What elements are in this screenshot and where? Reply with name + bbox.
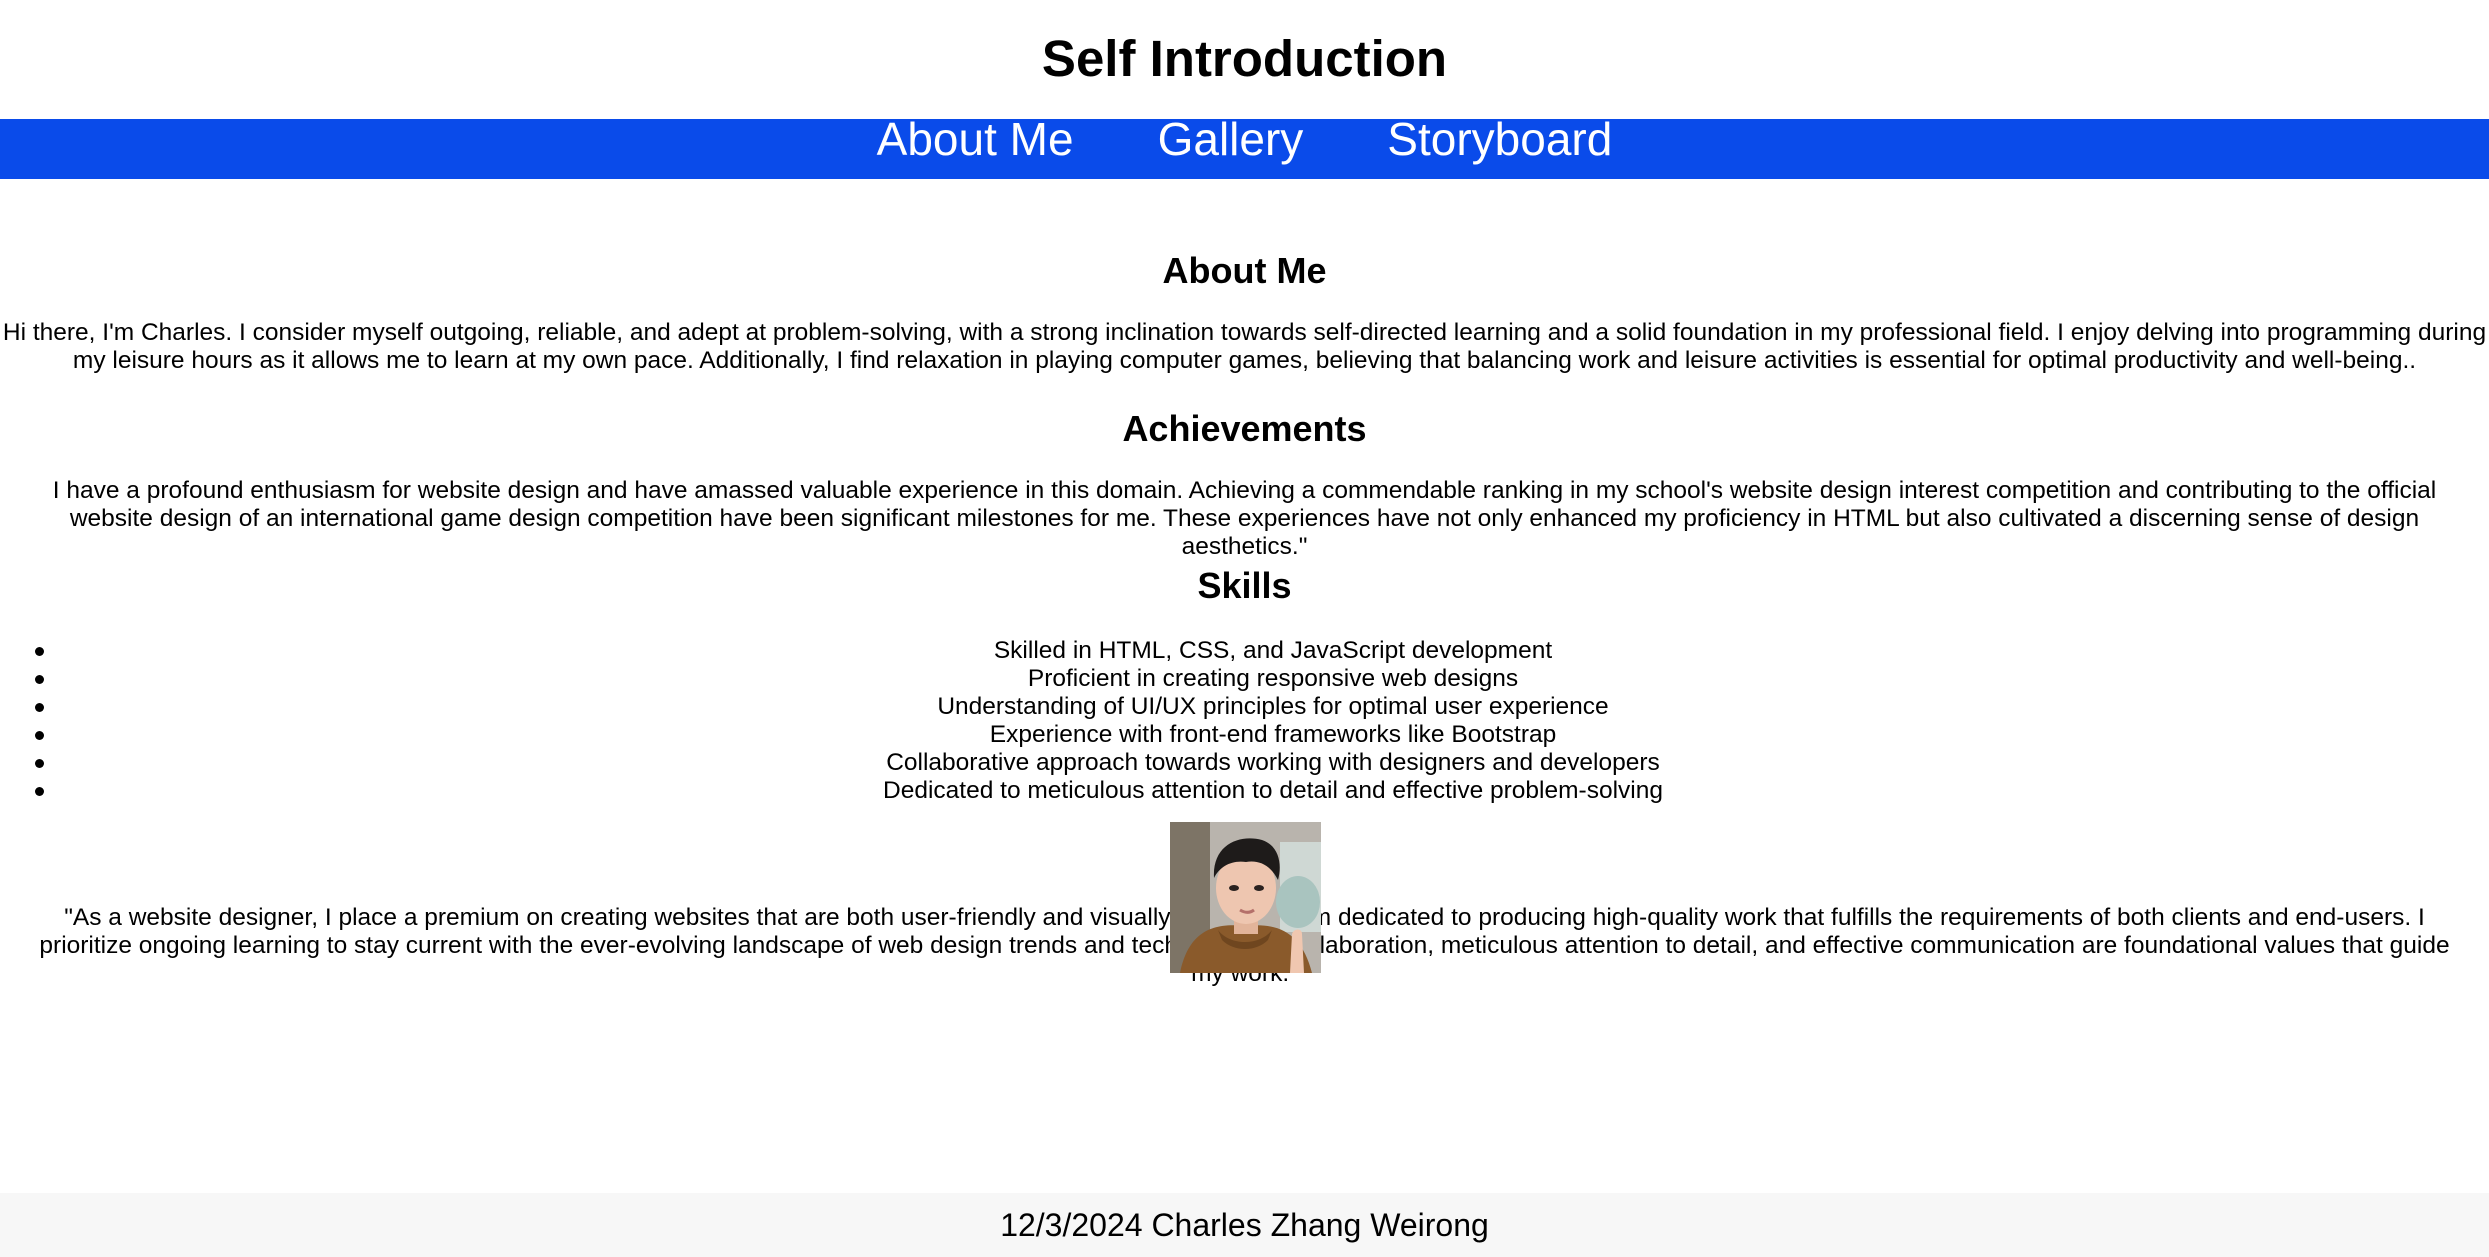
skill-text: Dedicated to meticulous attention to det… xyxy=(883,777,1663,804)
footer: 12/3/2024 Charles Zhang Weirong xyxy=(0,1193,2489,1257)
about-heading: About Me xyxy=(1162,250,1327,291)
footer-text: 12/3/2024 Charles Zhang Weirong xyxy=(1000,1207,1489,1243)
achievements-text: I have a profound enthusiasm for website… xyxy=(52,477,2437,560)
skill-text: Experience with front-end frameworks lik… xyxy=(989,721,1557,748)
nav-link-about-me[interactable]: About Me xyxy=(877,116,1074,162)
list-item: Understanding of UI/UX principles for op… xyxy=(0,693,2489,721)
nav-link-storyboard[interactable]: Storyboard xyxy=(1387,116,1612,162)
list-item: Experience with front-end frameworks lik… xyxy=(0,721,2489,749)
list-item: Proficient in creating responsive web de… xyxy=(0,665,2489,693)
skill-text: Proficient in creating responsive web de… xyxy=(1027,665,1519,692)
skill-text: Collaborative approach towards working w… xyxy=(886,749,1660,776)
skills-list: Skilled in HTML, CSS, and JavaScript dev… xyxy=(0,637,2489,805)
bullet-icon xyxy=(35,703,44,712)
profile-photo xyxy=(1170,822,1321,973)
page-header: Self Introduction xyxy=(0,0,2489,119)
bullet-icon xyxy=(35,787,44,796)
nav-link-gallery[interactable]: Gallery xyxy=(1158,116,1304,162)
list-item: Collaborative approach towards working w… xyxy=(0,749,2489,777)
skill-text: Understanding of UI/UX principles for op… xyxy=(937,693,1609,720)
portrait-image xyxy=(1170,822,1321,973)
list-item: Dedicated to meticulous attention to det… xyxy=(0,777,2489,805)
bullet-icon xyxy=(35,731,44,740)
bullet-icon xyxy=(35,675,44,684)
page-title: Self Introduction xyxy=(1041,30,1448,87)
bullet-icon xyxy=(35,647,44,656)
bullet-icon xyxy=(35,759,44,768)
skills-heading: Skills xyxy=(1197,565,1292,606)
achievements-heading: Achievements xyxy=(1122,408,1367,449)
nav-bar: About Me Gallery Storyboard xyxy=(0,116,2489,179)
about-text: Hi there, I'm Charles. I consider myself… xyxy=(2,319,2487,374)
skill-text: Skilled in HTML, CSS, and JavaScript dev… xyxy=(993,637,1553,664)
list-item: Skilled in HTML, CSS, and JavaScript dev… xyxy=(0,637,2489,665)
